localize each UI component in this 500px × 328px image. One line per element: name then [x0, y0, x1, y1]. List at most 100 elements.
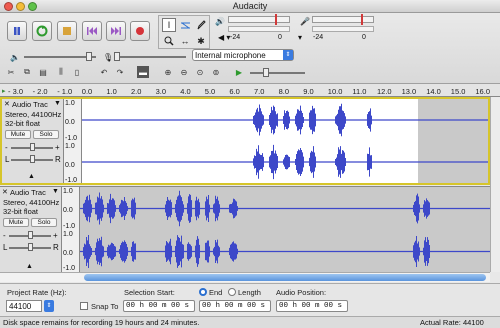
selection-tool[interactable]: I	[162, 18, 176, 32]
length-radio[interactable]	[228, 288, 236, 296]
scale-label: 0.0	[63, 250, 73, 257]
snap-to-checkbox[interactable]	[80, 302, 88, 310]
audio-position-time[interactable]: 00 h 00 m 00 s	[276, 300, 348, 312]
track-2-pan-right: R	[53, 243, 59, 252]
selection-start-time[interactable]: 00 h 00 m 00 s	[123, 300, 195, 312]
ruler-tick-label: 16.0	[475, 87, 490, 96]
title-bar: Audacity	[0, 0, 500, 13]
zoom-tool[interactable]	[162, 34, 176, 48]
project-rate-combo[interactable]: 44100	[6, 300, 42, 312]
track-1-close-button[interactable]: ✕	[4, 100, 10, 108]
zoom-out-button[interactable]: ⊖	[178, 66, 190, 78]
multi-tool[interactable]: ✱	[194, 34, 208, 48]
time-shift-tool[interactable]: ↔	[178, 34, 192, 48]
track-1-solo-button[interactable]: Solo	[33, 130, 59, 139]
selection-end-time[interactable]: 00 h 00 m 00 s	[199, 300, 271, 312]
track-1-control-panel[interactable]: ✕ Audio Trac ▼ Stereo, 44100Hz 32-bit fl…	[2, 99, 64, 183]
timeline-ruler[interactable]: ▸ - 3.0 - 2.0 - 1.0 0.0 1.0 2.0 3.0 4.0 5.0 6.0 7.…	[0, 84, 500, 97]
undo-button[interactable]: ↶	[98, 66, 110, 78]
ruler-tick-label: 15.0	[450, 87, 466, 96]
zoom-in-button[interactable]: ⊕	[162, 66, 174, 78]
track-1-mute-button[interactable]: Mute	[5, 130, 31, 139]
fit-project-button[interactable]: ⊚	[210, 66, 222, 78]
input-meter[interactable]	[312, 16, 374, 23]
close-window-button[interactable]	[4, 2, 13, 11]
horizontal-scrollbar-thumb[interactable]	[84, 274, 486, 281]
track-2-solo-button[interactable]: Solo	[31, 218, 57, 227]
pause-button[interactable]	[7, 21, 27, 41]
meter-tick-1: -24	[230, 34, 241, 41]
track-2-vertical-scale[interactable]: 1.0 0.0 -1.0 1.0 0.0 -1.0	[62, 186, 80, 272]
input-device-select[interactable]: Internal microphone ⇕	[192, 49, 294, 61]
track-2-gain-thumb[interactable]	[28, 231, 33, 239]
ruler-tick-label: 6.0	[229, 87, 240, 96]
track-2-mute-button[interactable]: Mute	[3, 218, 29, 227]
play-at-speed-button[interactable]: ▶	[233, 66, 245, 78]
play-speed-thumb[interactable]	[263, 68, 269, 77]
output-meter-icon: 🔊	[215, 17, 225, 26]
record-icon	[136, 27, 144, 35]
end-radio[interactable]	[199, 288, 207, 296]
draw-tool[interactable]	[194, 18, 208, 32]
output-volume-thumb[interactable]	[86, 52, 92, 61]
track-2-close-button[interactable]: ✕	[2, 188, 8, 196]
scale-label: 1.0	[63, 231, 73, 238]
project-rate-value: 44100	[9, 302, 32, 311]
record-button[interactable]	[130, 21, 150, 41]
output-meter[interactable]	[228, 16, 290, 23]
skip-to-end-button[interactable]	[106, 21, 126, 41]
output-dropdown-icon[interactable]: ◀ ▾	[218, 33, 230, 42]
input-volume-thumb[interactable]	[114, 52, 120, 61]
input-volume-slider[interactable]	[116, 56, 186, 58]
fit-selection-button[interactable]: ⊙	[194, 66, 206, 78]
play-button[interactable]	[32, 21, 52, 41]
track-2-menu-icon[interactable]: ▼	[52, 188, 59, 195]
pencil-icon	[197, 20, 206, 30]
track-1-menu-icon[interactable]: ▼	[54, 100, 61, 107]
selection-start-label: Selection Start:	[124, 288, 175, 297]
track-2-waveform	[80, 190, 490, 268]
paste-button[interactable]: ▤	[37, 66, 49, 78]
sync-lock-button[interactable]: ▬	[137, 66, 149, 78]
track-1-vertical-scale[interactable]: 1.0 0.0 -1.0 1.0 0.0 -1.0	[64, 99, 82, 184]
track-2-name[interactable]: Audio Trac	[10, 188, 46, 197]
ruler-tick-label: 5.0	[204, 87, 216, 96]
ruler-tick-label: 1.0	[106, 87, 117, 96]
cut-button[interactable]: ✂	[5, 66, 17, 78]
copy-button[interactable]: ⧉	[21, 66, 33, 78]
track-2-collapse-icon[interactable]: ▲	[26, 263, 33, 270]
track-2-waveform-area[interactable]	[80, 186, 490, 272]
ruler-tick-label: 14.0	[426, 87, 441, 96]
play-speed-slider[interactable]	[250, 72, 305, 74]
meter-tick-2: 0	[278, 34, 282, 41]
zoom-window-button[interactable]	[28, 2, 37, 11]
input-meter-icon: 🎤	[300, 17, 310, 26]
track-2-pan-thumb[interactable]	[28, 243, 33, 251]
track-2-pan-left: L	[3, 243, 8, 252]
trim-button[interactable]: ⫼	[55, 66, 67, 78]
track-1-name[interactable]: Audio Trac	[12, 100, 48, 109]
silence-button[interactable]: ▯	[71, 66, 83, 78]
track-1-collapse-icon[interactable]: ▲	[28, 173, 35, 180]
meter-tick-4: 0	[362, 34, 366, 41]
minimize-window-button[interactable]	[16, 2, 25, 11]
status-bar: Disk space remains for recording 19 hour…	[0, 316, 500, 328]
ruler-tick-label: 9.0	[303, 87, 314, 96]
stop-button[interactable]	[57, 21, 77, 41]
track-1-gain-thumb[interactable]	[30, 143, 35, 151]
vertical-scrollbar[interactable]	[490, 97, 500, 272]
track-1-info-bitdepth: 32-bit float	[5, 119, 41, 128]
redo-button[interactable]: ↷	[114, 66, 126, 78]
track-1-waveform-area[interactable]	[82, 99, 488, 183]
horizontal-scrollbar[interactable]	[0, 272, 490, 282]
track-1-pan-thumb[interactable]	[30, 155, 35, 163]
microphone-icon: 🎙	[103, 53, 114, 62]
end-radio-label: End	[209, 288, 223, 297]
envelope-tool[interactable]	[178, 18, 192, 32]
track-2-control-panel[interactable]: ✕ Audio Trac ▼ Stereo, 44100Hz 32-bit fl…	[0, 186, 62, 272]
skip-to-start-button[interactable]	[82, 21, 102, 41]
track-1-waveform	[82, 99, 488, 183]
project-rate-dropdown-icon[interactable]: ⇕	[44, 300, 54, 312]
input-dropdown-icon[interactable]: ▾	[298, 33, 302, 42]
scale-label: -1.0	[65, 177, 78, 184]
